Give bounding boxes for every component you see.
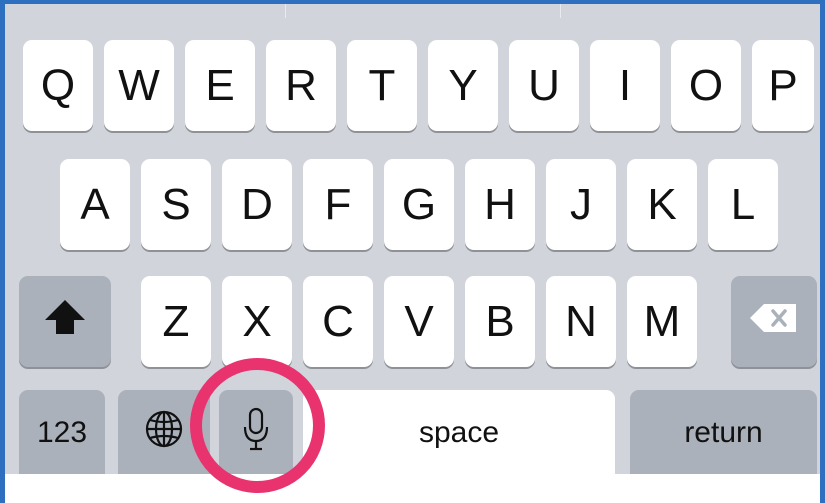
key-s[interactable]: S	[141, 159, 211, 250]
key-a[interactable]: A	[60, 159, 130, 250]
key-t[interactable]: T	[347, 40, 417, 131]
key-z[interactable]: Z	[141, 276, 211, 367]
key-l[interactable]: L	[708, 159, 778, 250]
key-b[interactable]: B	[465, 276, 535, 367]
keyboard-top-edge	[5, 4, 820, 18]
key-v[interactable]: V	[384, 276, 454, 367]
backspace-key[interactable]	[731, 276, 817, 367]
globe-key[interactable]	[118, 390, 210, 476]
key-k[interactable]: K	[627, 159, 697, 250]
shift-icon	[43, 298, 87, 346]
key-c[interactable]: C	[303, 276, 373, 367]
key-e[interactable]: E	[185, 40, 255, 131]
key-x[interactable]: X	[222, 276, 292, 367]
backspace-icon	[748, 300, 800, 344]
key-m[interactable]: M	[627, 276, 697, 367]
microphone-icon	[243, 407, 269, 459]
key-o[interactable]: O	[671, 40, 741, 131]
globe-icon	[144, 409, 184, 457]
key-w[interactable]: W	[104, 40, 174, 131]
dictation-key[interactable]	[219, 390, 293, 476]
key-p[interactable]: P	[752, 40, 814, 131]
key-f[interactable]: F	[303, 159, 373, 250]
top-seam-segment	[5, 4, 286, 18]
key-i[interactable]: I	[590, 40, 660, 131]
key-d[interactable]: D	[222, 159, 292, 250]
shift-key[interactable]	[19, 276, 111, 367]
key-r[interactable]: R	[266, 40, 336, 131]
on-screen-keyboard: Q W E R T Y U I O P A S D F G H J K L Z …	[5, 4, 820, 476]
key-j[interactable]: J	[546, 159, 616, 250]
numbers-key[interactable]: 123	[19, 390, 105, 476]
key-g[interactable]: G	[384, 159, 454, 250]
key-q[interactable]: Q	[23, 40, 93, 131]
top-seam-segment	[285, 4, 561, 18]
bottom-edge	[5, 474, 820, 503]
key-h[interactable]: H	[465, 159, 535, 250]
return-key[interactable]: return	[630, 390, 817, 476]
key-y[interactable]: Y	[428, 40, 498, 131]
space-key[interactable]: space	[303, 390, 615, 476]
key-u[interactable]: U	[509, 40, 579, 131]
key-n[interactable]: N	[546, 276, 616, 367]
